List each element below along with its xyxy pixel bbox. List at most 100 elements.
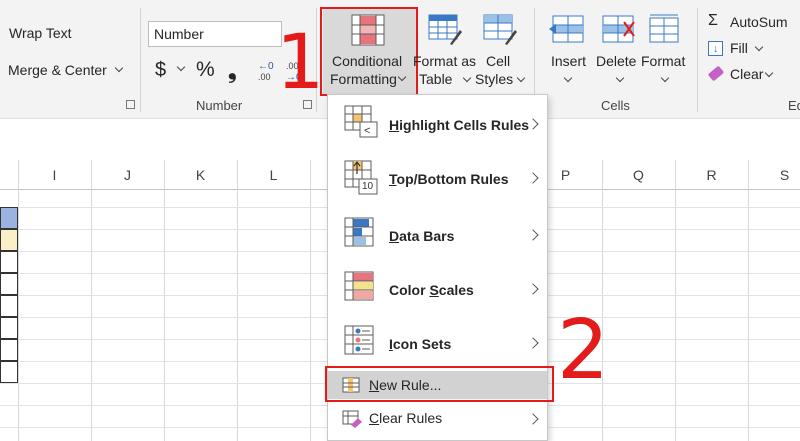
dialog-launcher-icon[interactable] (126, 100, 135, 109)
number-format-select[interactable]: Number (148, 21, 282, 47)
number-format-value: Number (154, 26, 204, 42)
table-cell[interactable] (0, 229, 18, 251)
menu-item-highlight-cells-rules[interactable]: < Highlight Cells Rules (328, 95, 547, 151)
menu-label-icon-sets: Icon Sets (389, 336, 452, 352)
percent-button[interactable]: % (196, 58, 215, 82)
format-as-table-button[interactable]: Format as Table (413, 12, 476, 92)
autosum-button[interactable]: Σ AutoSum (706, 12, 800, 34)
increase-decimal-icon[interactable]: ←0.00 (256, 58, 278, 82)
merge-center-button[interactable]: Merge & Center (0, 59, 128, 81)
column-header-i[interactable]: I (18, 160, 91, 190)
menu-label-color-scales: Color Scales (389, 282, 474, 298)
fill-button[interactable]: ↓ Fill (706, 38, 776, 60)
menu-label-highlight: Highlight Cells Rules (389, 117, 530, 133)
number-group-label: Number (196, 98, 243, 113)
format-as-table-label-2: Table (419, 71, 453, 87)
sigma-icon: Σ (708, 12, 718, 29)
wrap-text-label: Wrap Text (9, 25, 72, 41)
svg-text:<: < (364, 125, 370, 137)
step-number-1: 1 (276, 17, 325, 106)
chevron-down-icon (615, 73, 625, 83)
menu-label-top-bottom: Top/Bottom Rules (389, 171, 509, 187)
format-as-table-icon (428, 14, 462, 46)
comma-style-button[interactable]: ❟ (228, 58, 237, 84)
chevron-down-icon (660, 73, 670, 83)
chevron-right-icon (527, 337, 539, 349)
gridline (18, 160, 19, 441)
chevron-down-icon (462, 73, 472, 83)
currency-button[interactable]: $ (155, 59, 166, 82)
svg-text:.00: .00 (258, 72, 271, 82)
chevron-right-icon (527, 118, 539, 130)
format-label: Format (641, 53, 686, 69)
chevron-down-icon (114, 63, 124, 73)
delete-label: Delete (596, 53, 637, 69)
column-header-q[interactable]: Q (602, 160, 675, 190)
table-cell[interactable] (0, 273, 18, 295)
highlight-box-conditional-formatting (320, 7, 418, 96)
column-header-k[interactable]: K (164, 160, 237, 190)
menu-label-clear-rules: Clear Rules (369, 410, 443, 426)
delete-button[interactable]: Delete (595, 12, 645, 92)
color-scales-icon (344, 271, 376, 303)
chevron-down-icon (563, 73, 573, 83)
menu-item-color-scales[interactable]: Color Scales (328, 261, 547, 315)
insert-button[interactable]: Insert (543, 12, 593, 92)
gridline (237, 160, 238, 441)
cell-styles-icon (483, 14, 517, 46)
clear-button[interactable]: Clear (706, 64, 786, 86)
chevron-right-icon (527, 283, 539, 295)
chevron-down-icon (754, 42, 764, 52)
cell-styles-label-2: Styles (475, 71, 514, 87)
format-cells-icon (646, 14, 682, 44)
table-cell[interactable] (0, 361, 18, 383)
menu-item-clear-rules[interactable]: Clear Rules (328, 405, 547, 433)
cell-styles-button[interactable]: Cell Styles (475, 12, 527, 92)
column-header-r[interactable]: R (675, 160, 748, 190)
column-header-j[interactable]: J (91, 160, 164, 190)
table-cell[interactable] (0, 339, 18, 361)
chevron-right-icon (527, 172, 539, 184)
chevron-down-icon (764, 68, 774, 78)
insert-label: Insert (551, 53, 587, 69)
icon-sets-icon (344, 325, 376, 357)
gridline (310, 160, 311, 441)
top-bottom-rules-icon: 10 (344, 160, 380, 196)
gridline (675, 160, 676, 441)
divider (140, 8, 141, 112)
gridline (91, 160, 92, 441)
top10-text: 10 (362, 181, 374, 192)
eraser-icon (707, 65, 725, 82)
gridline (748, 160, 749, 441)
cells-group-label: Cells (601, 98, 630, 113)
gridline (602, 160, 603, 441)
fill-label: Fill (730, 40, 748, 56)
column-header-l[interactable]: L (237, 160, 310, 190)
cell-styles-label-1: Cell (486, 53, 511, 69)
svg-text:←0: ←0 (258, 61, 274, 72)
menu-item-top-bottom-rules[interactable]: 10 Top/Bottom Rules (328, 151, 547, 205)
delete-cells-icon (601, 14, 637, 44)
divider (697, 8, 698, 112)
chevron-down-icon (516, 73, 526, 83)
table-cell[interactable] (0, 251, 18, 273)
format-button[interactable]: Format (640, 12, 690, 92)
table-cell[interactable] (0, 317, 18, 339)
step-number-2: 2 (557, 303, 610, 398)
wrap-text-button[interactable]: Wrap Text (0, 22, 80, 44)
insert-cells-icon (549, 14, 585, 44)
merge-center-label: Merge & Center (8, 62, 107, 78)
table-cell[interactable] (0, 295, 18, 317)
chevron-right-icon (527, 413, 539, 425)
menu-item-icon-sets[interactable]: Icon Sets (328, 315, 547, 369)
data-bars-icon (344, 217, 376, 249)
editing-group-label: Ed (788, 98, 800, 113)
autosum-label: AutoSum (730, 14, 788, 30)
arrow-down-icon: ↓ (713, 43, 719, 55)
clear-rules-icon (342, 410, 362, 428)
table-cell[interactable] (0, 207, 18, 229)
menu-label-data-bars: Data Bars (389, 228, 455, 244)
highlight-cells-rules-icon: < (344, 105, 380, 139)
column-header-s[interactable]: S (748, 160, 800, 190)
menu-item-data-bars[interactable]: Data Bars (328, 207, 547, 261)
